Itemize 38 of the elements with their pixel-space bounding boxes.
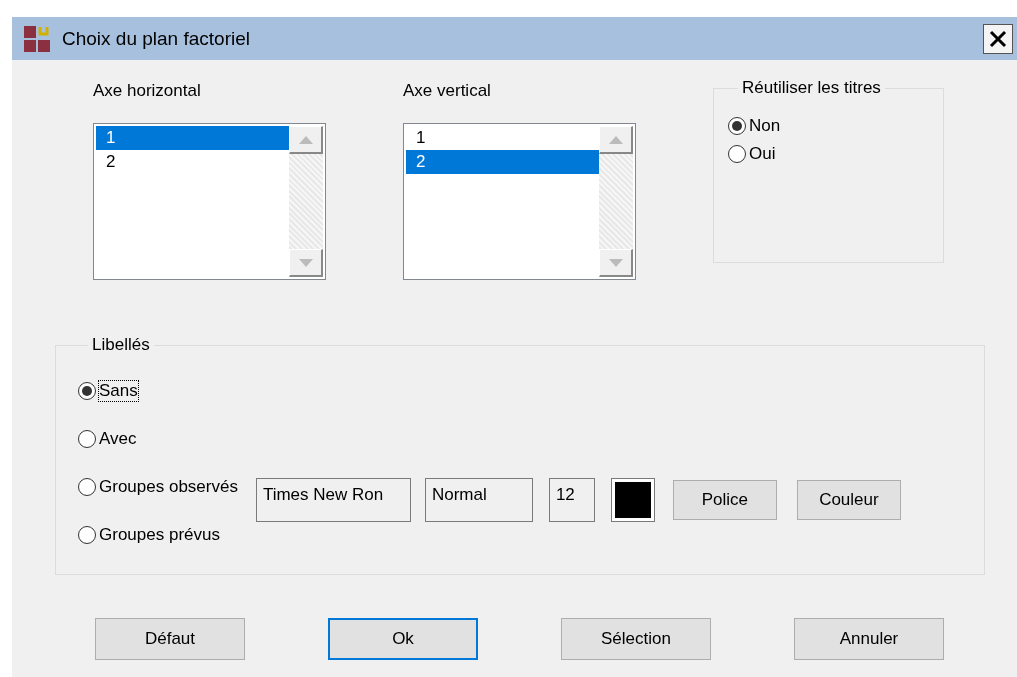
color-button[interactable]: Couleur (796, 480, 901, 520)
list-item[interactable]: 1 (406, 126, 599, 150)
scroll-up-button[interactable] (599, 126, 633, 154)
group-title: Réutiliser les titres (741, 78, 882, 98)
group-title: Libellés (91, 335, 151, 355)
list-box[interactable]: 1 2 (93, 123, 326, 280)
down-arrow-icon (608, 258, 623, 267)
font-button[interactable]: Police (672, 480, 777, 520)
dialog-button[interactable]: Annuler (794, 618, 944, 660)
app-icon (24, 25, 50, 52)
up-arrow-icon (298, 135, 313, 144)
dialog-button[interactable]: Sélection (561, 618, 711, 660)
color-swatch (610, 478, 655, 522)
radio-button[interactable]: Oui (728, 140, 776, 168)
window-title: Choix du plan factoriel (62, 27, 250, 50)
list-box[interactable]: 1 2 (403, 123, 636, 280)
close-button[interactable] (983, 23, 1013, 54)
scroll-down-button[interactable] (599, 249, 633, 277)
list-item[interactable]: 2 (96, 150, 289, 174)
font-size-field[interactable]: 12 (548, 478, 595, 522)
dialog-button[interactable]: Défaut (95, 618, 245, 660)
list-item[interactable]: 1 (96, 126, 289, 150)
radio-button[interactable]: Groupes prévus (78, 521, 238, 549)
radio-button[interactable]: Avec (78, 425, 238, 453)
scroll-up-button[interactable] (289, 126, 323, 154)
radio-button[interactable]: Groupes observés (78, 473, 238, 501)
font-style-field[interactable]: Normal (424, 478, 533, 522)
close-icon (989, 29, 1007, 48)
radio-button[interactable]: Non (728, 112, 781, 140)
up-arrow-icon (608, 135, 623, 144)
dialog-button[interactable]: Ok (328, 618, 478, 660)
down-arrow-icon (298, 258, 313, 267)
radio-button[interactable]: Sans (78, 377, 238, 405)
scroll-down-button[interactable] (289, 249, 323, 277)
list-item[interactable]: 2 (406, 150, 599, 174)
list-label: Axe horizontal (93, 80, 201, 102)
font-name-field[interactable]: Times New Ron (255, 478, 411, 522)
list-label: Axe vertical (403, 80, 491, 102)
